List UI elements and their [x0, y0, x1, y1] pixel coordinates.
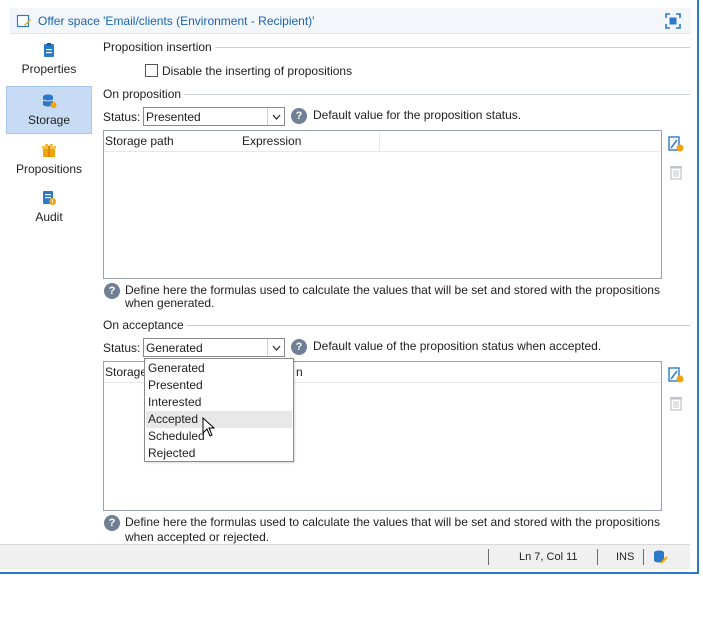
sidebar-item-propositions[interactable]: Propositions — [6, 136, 92, 184]
disable-inserting-propositions-label: Disable the inserting of propositions — [162, 64, 353, 78]
sidebar-item-properties[interactable]: Properties — [6, 36, 92, 84]
acceptance-help-line-2: when accepted or rejected. — [125, 530, 270, 544]
status-dropdown-list[interactable]: Generated Presented Interested Accepted … — [144, 358, 294, 462]
group-divider — [186, 324, 690, 326]
dropdown-option-accepted[interactable]: Accepted — [146, 411, 292, 428]
gift-icon — [42, 143, 56, 157]
sidebar-item-label: Propositions — [15, 162, 83, 176]
sidebar-item-label: Audit — [35, 210, 63, 224]
sidebar: Properties Storage Propositions Audit — [6, 36, 92, 544]
window-title: Offer space 'Email/clients (Environment … — [38, 13, 315, 28]
database-sync-icon — [42, 94, 57, 108]
column-separator — [379, 131, 380, 152]
help-icon: ? — [104, 515, 120, 531]
help-icon: ? — [104, 283, 120, 299]
sidebar-item-label: Properties — [21, 62, 77, 76]
window-titlebar: Offer space 'Email/clients (Environment … — [10, 8, 691, 34]
chevron-down-icon — [272, 114, 280, 120]
dropdown-button[interactable] — [267, 108, 284, 125]
group-divider — [214, 46, 690, 48]
insert-mode: INS — [616, 551, 635, 563]
dropdown-option-generated[interactable]: Generated — [146, 360, 292, 377]
status-separator — [643, 549, 644, 565]
acceptance-status-help: Default value of the proposition status … — [313, 339, 602, 353]
proposition-help-line-2: when generated. — [125, 296, 215, 310]
status-bar: Ln 7, Col 11 INS — [0, 544, 690, 569]
offer-space-window: Offer space 'Email/clients (Environment … — [0, 0, 699, 574]
select-value: Presented — [146, 110, 201, 124]
table-header: Storage path Expression — [104, 131, 661, 152]
chevron-down-icon — [272, 345, 280, 351]
mouse-pointer-icon — [202, 417, 216, 437]
proposition-status-help: Default value for the proposition status… — [313, 108, 522, 122]
help-icon: ? — [291, 339, 307, 355]
select-value: Generated — [146, 341, 203, 355]
column-header-storage-path[interactable]: Storage path — [105, 134, 174, 148]
proposition-status-label: Status: — [103, 110, 141, 124]
acceptance-status-select[interactable]: Generated — [143, 338, 285, 357]
status-separator — [597, 549, 598, 565]
dropdown-button[interactable] — [267, 339, 284, 356]
disable-inserting-propositions-checkbox[interactable] — [145, 64, 158, 77]
sidebar-item-storage[interactable]: Storage — [6, 86, 92, 134]
proposition-status-select[interactable]: Presented — [143, 107, 285, 126]
proposition-storage-table[interactable]: Storage path Expression — [103, 130, 662, 279]
dropdown-option-presented[interactable]: Presented — [146, 377, 292, 394]
add-row-icon[interactable] — [668, 136, 684, 152]
clipboard-icon — [44, 43, 54, 57]
group-title-label: On acceptance — [103, 318, 184, 332]
on-proposition-group-title: On proposition — [103, 87, 690, 101]
cursor-position: Ln 7, Col 11 — [519, 551, 578, 563]
sidebar-item-audit[interactable]: Audit — [6, 184, 92, 232]
column-header-storage-path[interactable]: Storage — [105, 365, 147, 379]
on-acceptance-group-title: On acceptance — [103, 318, 690, 332]
group-title-label: On proposition — [103, 87, 182, 101]
dropdown-option-scheduled[interactable]: Scheduled — [146, 428, 292, 445]
maximize-icon[interactable] — [665, 13, 681, 29]
column-header-expression[interactable]: Expression — [242, 134, 301, 148]
proposition-insertion-group-title: Proposition insertion — [103, 40, 690, 54]
add-row-icon[interactable] — [668, 367, 684, 383]
audit-icon — [43, 191, 56, 205]
dropdown-option-interested[interactable]: Interested — [146, 394, 292, 411]
group-title-label: Proposition insertion — [103, 40, 212, 54]
database-status-icon[interactable] — [652, 549, 668, 565]
delete-row-icon[interactable] — [668, 164, 684, 180]
delete-row-icon[interactable] — [668, 395, 684, 411]
edit-offer-icon — [16, 14, 31, 27]
group-divider — [184, 93, 690, 95]
dropdown-option-rejected[interactable]: Rejected — [146, 445, 292, 462]
help-icon: ? — [291, 108, 307, 124]
sidebar-item-label: Storage — [27, 113, 71, 127]
status-separator — [488, 549, 489, 565]
storage-panel: Proposition insertion Disable the insert… — [96, 36, 690, 544]
acceptance-status-label: Status: — [103, 341, 141, 355]
column-header-expression[interactable]: n — [296, 365, 303, 379]
acceptance-help-line-1: Define here the formulas used to calcula… — [125, 515, 660, 529]
